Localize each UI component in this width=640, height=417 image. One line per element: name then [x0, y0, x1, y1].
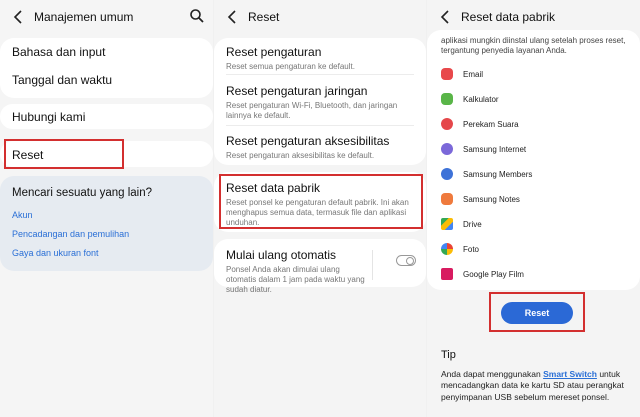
search-icon — [190, 9, 204, 23]
page-title: Reset data pabrik — [461, 10, 556, 24]
smart-switch-link[interactable]: Smart Switch — [543, 369, 597, 379]
app-name: Google Play Film — [463, 269, 524, 279]
reset-network-item[interactable]: Reset pengaturan jaringan Reset pengatur… — [226, 84, 414, 121]
list-item: Drive — [441, 218, 482, 230]
intro-text: aplikasi mungkin diinstal ulang setelah … — [441, 36, 626, 55]
list-item: Foto — [441, 243, 479, 255]
reset-accessibility-desc: Reset pengaturan aksesibilitas ke defaul… — [226, 151, 375, 160]
chevron-left-icon — [13, 10, 22, 24]
header: Reset — [214, 0, 426, 34]
auto-restart-desc: Ponsel Anda akan dimulai ulang otomatis … — [226, 265, 365, 294]
divider — [226, 125, 414, 126]
contact-card: Hubungi kami — [0, 104, 213, 129]
factory-reset-desc: Reset ponsel ke pengaturan default pabri… — [226, 198, 409, 227]
contact-us-item[interactable]: Hubungi kami — [12, 110, 201, 124]
link-backup-restore[interactable]: Pencadangan dan pemulihan — [12, 229, 201, 239]
factory-reset-item[interactable]: Reset data pabrik Reset ponsel ke pengat… — [226, 181, 414, 228]
factory-reset-pane: Reset data pabrik aplikasi mungkin diins… — [427, 0, 640, 417]
reset-options-card: Reset pengaturan Reset semua pengaturan … — [214, 38, 426, 165]
app-list-card: aplikasi mungkin diinstal ulang setelah … — [427, 30, 640, 290]
header: Manajemen umum — [0, 0, 213, 34]
tip-title: Tip — [441, 349, 456, 361]
page-title: Reset — [248, 10, 280, 24]
list-item: Kalkulator — [441, 93, 499, 105]
list-item: Email — [441, 68, 483, 80]
email-icon — [441, 68, 453, 80]
factory-reset-card: Reset data pabrik Reset ponsel ke pengat… — [214, 172, 426, 232]
app-name: Samsung Internet — [463, 144, 527, 154]
app-name: Foto — [463, 244, 480, 254]
tip-text-part: Anda dapat menggunakan — [441, 369, 544, 379]
list-item: Samsung Members — [441, 168, 532, 180]
reset-settings-title: Reset pengaturan — [226, 45, 322, 59]
app-name: Drive — [463, 219, 482, 229]
list-item: Samsung Internet — [441, 143, 526, 155]
list-item: Google Play Film — [441, 268, 524, 280]
language-input-item[interactable]: Bahasa dan input — [12, 45, 201, 59]
app-name: Kalkulator — [463, 94, 499, 104]
back-button[interactable] — [220, 5, 244, 29]
app-name: Perekam Suara — [463, 119, 519, 129]
chevron-left-icon — [227, 10, 236, 24]
samsung-notes-icon — [441, 193, 453, 205]
app-name: Samsung Members — [463, 169, 533, 179]
tip-text: Anda dapat menggunakan Smart Switch untu… — [441, 369, 630, 403]
help-card: Mencari sesuatu yang lain? Akun Pencadan… — [0, 176, 213, 271]
link-font-style[interactable]: Gaya dan ukuran font — [12, 248, 201, 258]
photos-icon — [441, 243, 453, 255]
reset-button[interactable]: Reset — [501, 302, 573, 324]
reset-accessibility-item[interactable]: Reset pengaturan aksesibilitas Reset pen… — [226, 134, 414, 161]
app-name: Email — [463, 69, 484, 79]
date-time-item[interactable]: Tanggal dan waktu — [12, 73, 201, 87]
reset-settings-desc: Reset semua pengaturan ke default. — [226, 62, 355, 71]
general-management-pane: Manajemen umum Bahasa dan input Tanggal … — [0, 0, 213, 417]
reset-card: Reset — [0, 141, 213, 167]
divider — [226, 74, 414, 75]
auto-restart-card: Mulai ulang otomatis Ponsel Anda akan di… — [214, 239, 426, 294]
search-button[interactable] — [189, 8, 205, 24]
list-item: Samsung Notes — [441, 193, 520, 205]
auto-restart-item[interactable]: Mulai ulang otomatis Ponsel Anda akan di… — [226, 248, 368, 295]
settings-card: Bahasa dan input Tanggal dan waktu — [0, 38, 213, 98]
header: Reset data pabrik — [427, 0, 640, 34]
chevron-left-icon — [440, 10, 449, 24]
samsung-members-icon — [441, 168, 453, 180]
reset-pane: Reset Reset pengaturan Reset semua penga… — [214, 0, 426, 417]
reset-settings-item[interactable]: Reset pengaturan Reset semua pengaturan … — [226, 45, 414, 72]
calculator-icon — [441, 93, 453, 105]
list-item: Perekam Suara — [441, 118, 519, 130]
play-movies-icon — [441, 268, 453, 280]
voice-recorder-icon — [441, 118, 453, 130]
drive-icon — [441, 218, 453, 230]
page-title: Manajemen umum — [34, 10, 134, 24]
reset-accessibility-title: Reset pengaturan aksesibilitas — [226, 134, 390, 148]
reset-network-desc: Reset pengaturan Wi-Fi, Bluetooth, dan j… — [226, 101, 398, 120]
reset-item[interactable]: Reset — [12, 148, 201, 162]
app-name: Samsung Notes — [463, 194, 520, 204]
auto-restart-toggle[interactable] — [396, 255, 416, 266]
reset-network-title: Reset pengaturan jaringan — [226, 84, 368, 98]
divider — [372, 250, 373, 280]
samsung-internet-icon — [441, 143, 453, 155]
link-account[interactable]: Akun — [12, 210, 201, 220]
help-title: Mencari sesuatu yang lain? — [12, 187, 152, 199]
factory-reset-title: Reset data pabrik — [226, 181, 321, 195]
back-button[interactable] — [433, 5, 457, 29]
back-button[interactable] — [6, 5, 30, 29]
auto-restart-title: Mulai ulang otomatis — [226, 248, 337, 262]
